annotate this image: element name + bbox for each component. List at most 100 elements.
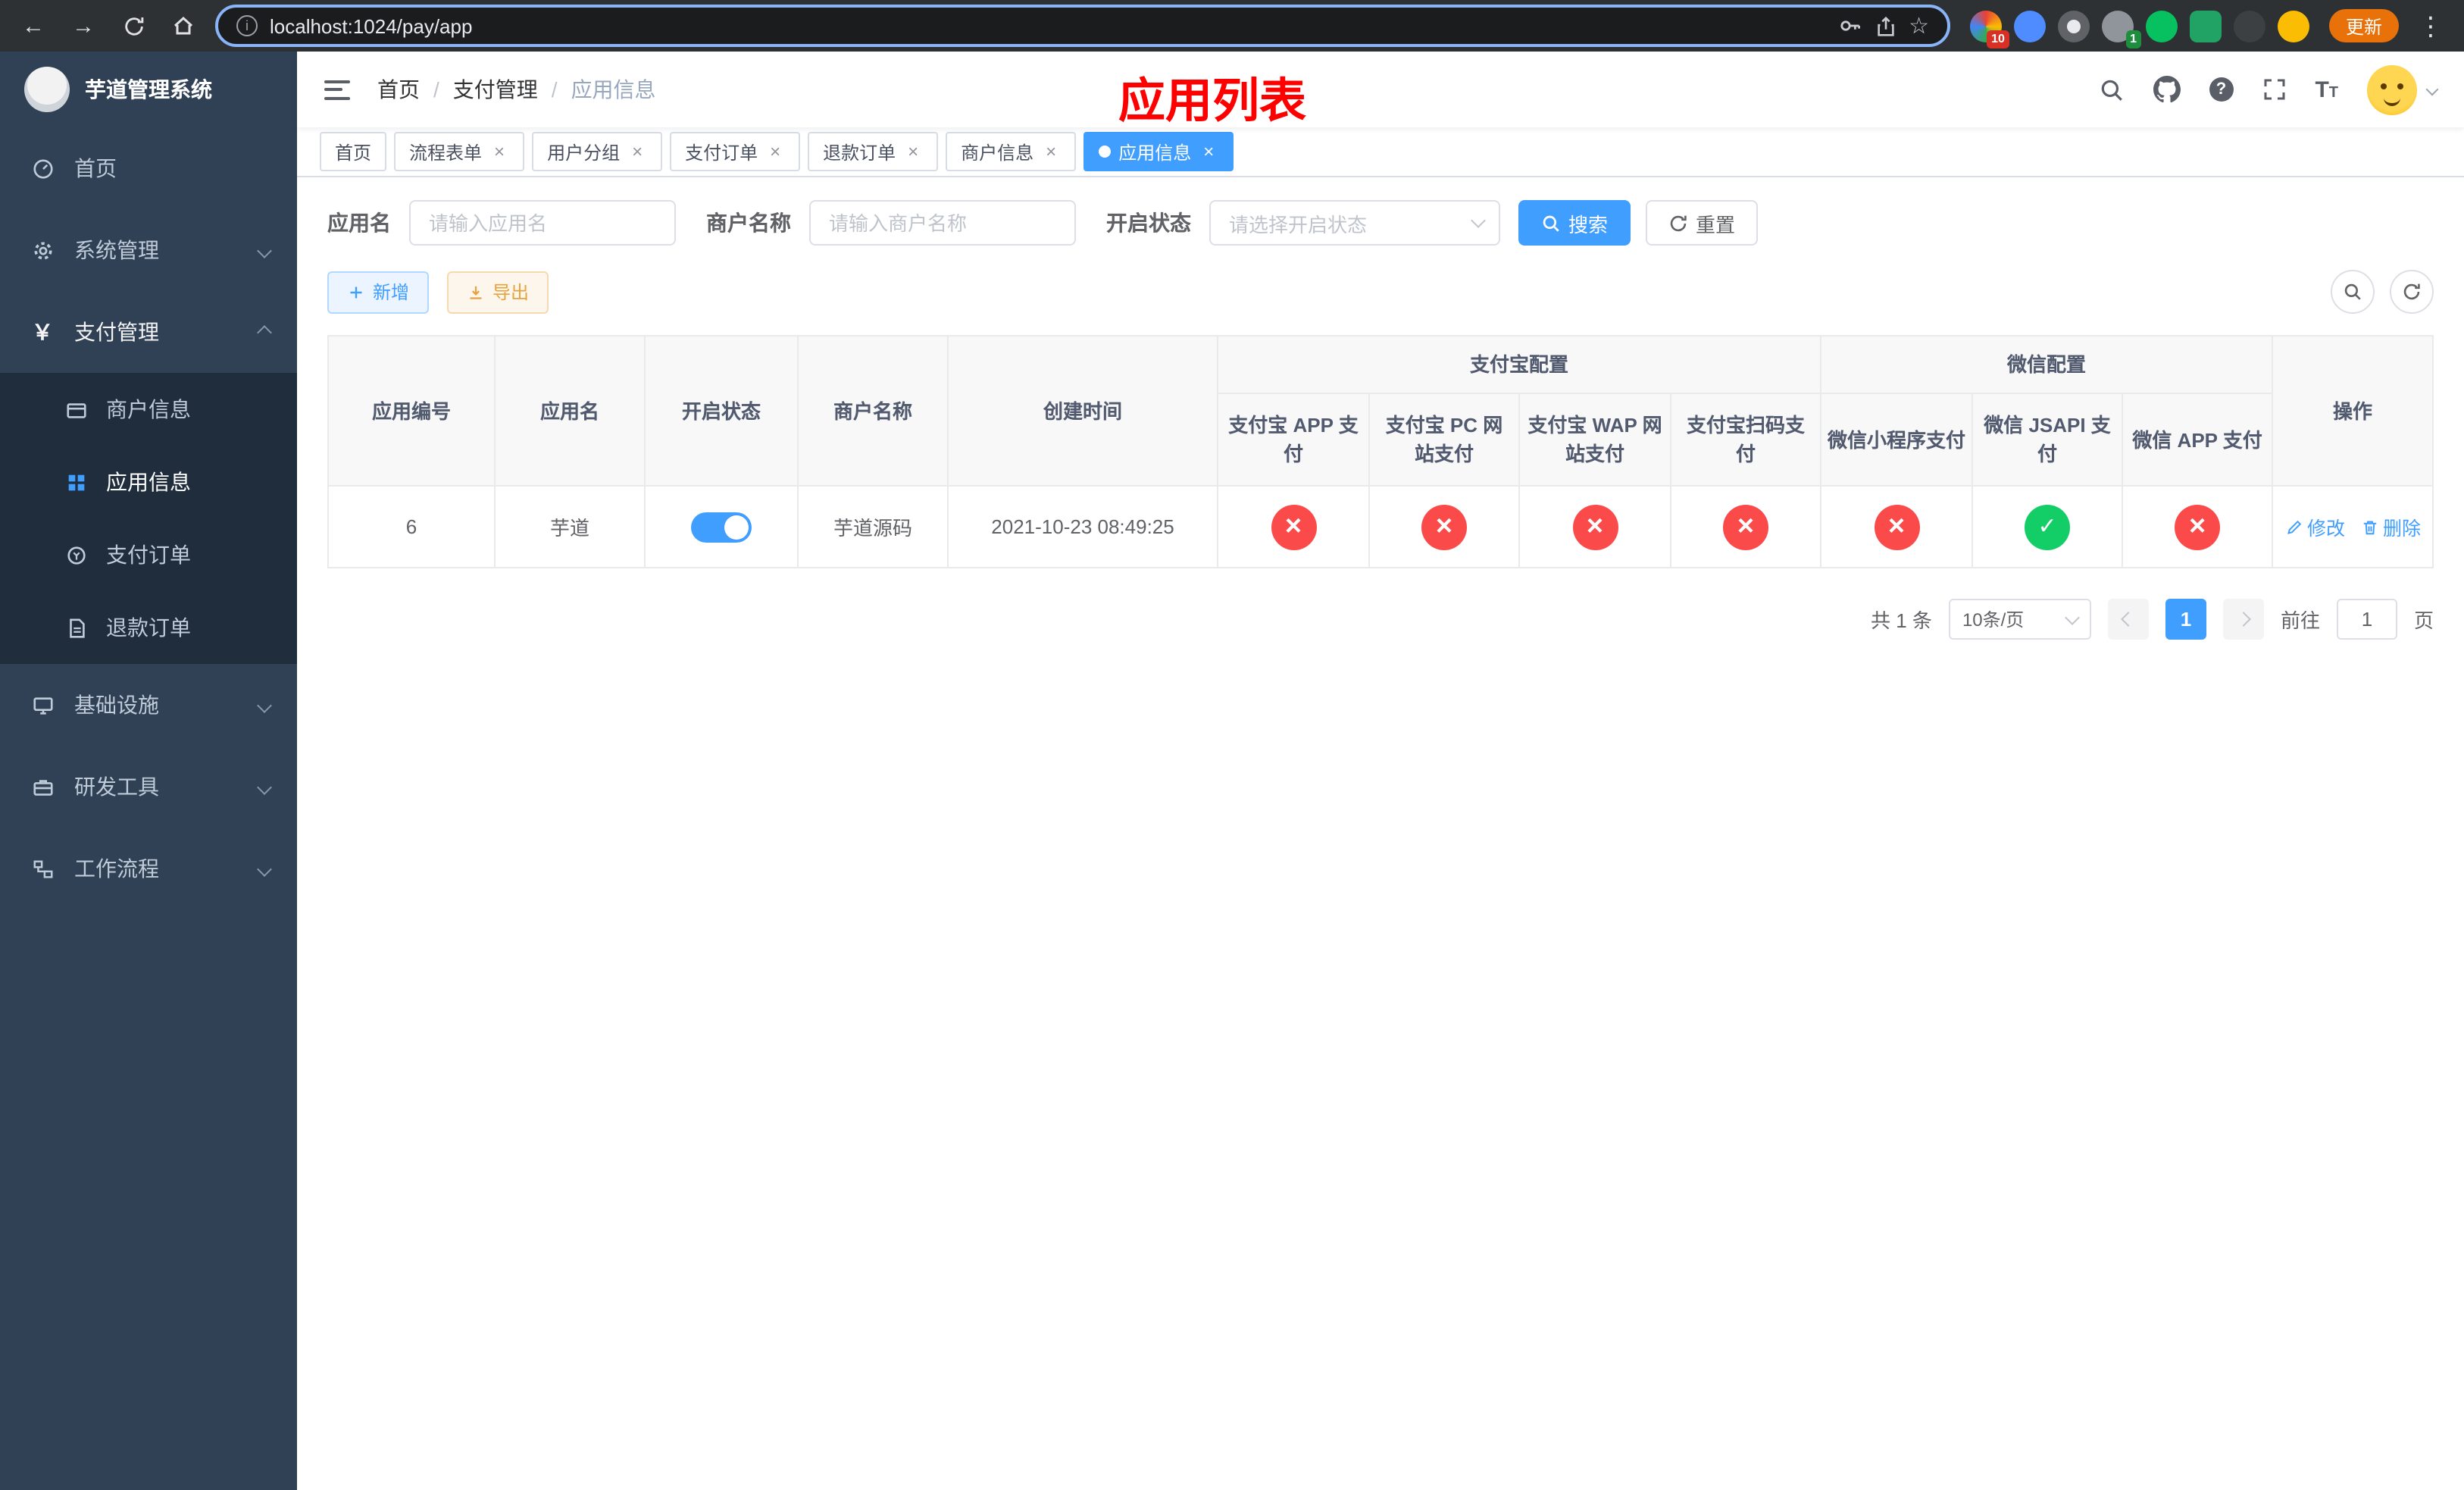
tab-label: 退款订单 — [823, 142, 896, 163]
tab-close-icon[interactable] — [489, 142, 509, 161]
col-header-app-name: 应用名 — [494, 335, 646, 487]
browser-menu-button[interactable] — [2412, 8, 2449, 44]
page-number-button[interactable]: 1 — [2165, 599, 2206, 640]
col-header-wechat-mini: 微信小程序支付 — [1820, 393, 1974, 487]
sidebar-item-workflow[interactable]: 工作流程 — [0, 828, 297, 909]
table-tools — [2331, 270, 2434, 314]
extension-icon-face[interactable] — [2277, 10, 2309, 42]
breadcrumb-current: 应用信息 — [571, 77, 656, 102]
extension-icon-gray[interactable]: 1 — [2101, 10, 2141, 48]
col-header-alipay-wap: 支付宝 WAP 网站支付 — [1518, 393, 1671, 487]
font-size-icon[interactable]: TT — [2315, 77, 2338, 102]
tab-close-icon[interactable] — [1041, 142, 1061, 161]
page-size-value: 10条/页 — [1962, 609, 2025, 631]
extension-icon-blue[interactable] — [2013, 10, 2046, 42]
tab-pay-orders[interactable]: 支付订单 — [670, 132, 801, 171]
extension-icon-dark[interactable] — [2057, 10, 2090, 42]
tab-label: 首页 — [335, 142, 372, 163]
sidebar-item-merchant-info[interactable]: 商户信息 — [0, 373, 297, 446]
search-button[interactable]: 搜索 — [1518, 200, 1631, 246]
kebab-menu-icon — [2418, 13, 2444, 39]
sidebar-item-system[interactable]: 系统管理 — [0, 209, 297, 291]
extension-badge-green: 1 — [2125, 30, 2141, 48]
toggle-search-button[interactable] — [2331, 270, 2375, 314]
tab-close-icon[interactable] — [903, 142, 923, 161]
tab-home[interactable]: 首页 — [320, 132, 387, 171]
chevron-right-icon — [2236, 612, 2251, 627]
tab-user-group[interactable]: 用户分组 — [532, 132, 663, 171]
tab-refund-orders[interactable]: 退款订单 — [808, 132, 939, 171]
breadcrumb-home[interactable]: 首页 — [377, 74, 420, 105]
col-header-status: 开启状态 — [644, 335, 799, 487]
extension-icon-colorful[interactable]: 10 — [1969, 10, 2009, 48]
goto-label: 前往 — [2280, 609, 2320, 632]
user-menu[interactable] — [2367, 64, 2439, 114]
chevron-down-icon — [257, 243, 272, 258]
edit-button[interactable]: 修改 — [2284, 512, 2345, 541]
extension-icon-wechat[interactable] — [2145, 10, 2178, 42]
github-icon[interactable] — [2153, 76, 2181, 103]
refresh-table-button[interactable] — [2390, 270, 2434, 314]
sidebar-item-label: 退款订单 — [106, 615, 191, 640]
address-bar[interactable]: localhost:1024/pay/app — [215, 5, 1950, 47]
tab-close-icon[interactable] — [627, 142, 647, 161]
tab-close-icon[interactable] — [1199, 142, 1218, 161]
export-button[interactable]: 导出 — [447, 271, 549, 313]
app-name-input[interactable] — [409, 200, 676, 246]
config-cross-icon — [1572, 504, 1618, 549]
search-icon[interactable] — [2098, 77, 2124, 102]
fullscreen-icon[interactable] — [2262, 77, 2286, 102]
tags-view-bar: 首页 流程表单 用户分组 支付订单 退款订单 商户信息 应用信息 — [297, 127, 2464, 177]
key-icon[interactable] — [1837, 14, 1862, 38]
edit-label: 修改 — [2307, 518, 2346, 540]
update-button[interactable]: 更新 — [2328, 9, 2399, 42]
status-toggle[interactable] — [691, 512, 752, 542]
sidebar-item-infrastructure[interactable]: 基础设施 — [0, 664, 297, 746]
site-info-icon[interactable] — [236, 15, 258, 36]
app-name-label: 应用名 — [327, 211, 391, 235]
home-button[interactable] — [165, 8, 202, 44]
goto-page-input[interactable] — [2336, 599, 2397, 640]
breadcrumb-separator: / — [551, 77, 558, 102]
sidebar-item-refund-orders[interactable]: 退款订单 — [0, 591, 297, 664]
cell-wechat-mini — [1820, 485, 1974, 568]
export-button-label: 导出 — [492, 282, 530, 303]
sidebar-item-devtools[interactable]: 研发工具 — [0, 746, 297, 828]
prev-page-button[interactable] — [2107, 599, 2149, 640]
tab-app-info[interactable]: 应用信息 — [1083, 132, 1234, 171]
reload-button[interactable] — [115, 8, 152, 44]
merchant-name-label: 商户名称 — [706, 211, 791, 235]
sidebar-item-app-info[interactable]: 应用信息 — [0, 446, 297, 518]
delete-button[interactable]: 删除 — [2360, 512, 2421, 541]
next-page-button[interactable] — [2222, 599, 2264, 640]
tab-process-form[interactable]: 流程表单 — [394, 132, 525, 171]
page-content: 应用名 商户名称 开启状态 请选择开启状态 搜索 重置 — [297, 177, 2464, 1490]
sidebar-item-pay-orders[interactable]: 支付订单 — [0, 518, 297, 591]
tab-merchant-info[interactable]: 商户信息 — [946, 132, 1077, 171]
status-select[interactable]: 请选择开启状态 — [1209, 200, 1500, 246]
sidebar-item-home[interactable]: 首页 — [0, 127, 297, 209]
back-button[interactable] — [15, 8, 52, 44]
share-icon[interactable] — [1874, 14, 1896, 37]
cell-status — [644, 485, 799, 568]
reset-button[interactable]: 重置 — [1646, 200, 1759, 246]
breadcrumb-payment[interactable]: 支付管理 — [453, 74, 538, 105]
status-label: 开启状态 — [1106, 211, 1191, 235]
bookmark-star-icon[interactable] — [1909, 14, 1929, 37]
topbar-actions: TT — [2098, 64, 2439, 114]
help-icon[interactable] — [2209, 77, 2234, 102]
extension-icon-green-square[interactable] — [2189, 10, 2222, 42]
collapse-sidebar-icon[interactable] — [324, 80, 350, 99]
sidebar-item-payment[interactable]: 支付管理 — [0, 291, 297, 373]
config-cross-icon — [1723, 504, 1768, 549]
topbar: 首页 / 支付管理 / 应用信息 TT — [297, 52, 2464, 127]
reload-icon — [124, 17, 143, 35]
tab-close-icon[interactable] — [765, 142, 785, 161]
add-button[interactable]: 新增 — [327, 271, 430, 313]
pen-icon — [2287, 519, 2301, 534]
extension-icon-dark-2[interactable] — [2233, 10, 2265, 42]
merchant-name-input[interactable] — [809, 200, 1076, 246]
forward-button[interactable] — [65, 8, 102, 44]
page-size-select[interactable]: 10条/页 — [1948, 599, 2091, 640]
breadcrumb: 首页 / 支付管理 / 应用信息 — [377, 74, 656, 105]
